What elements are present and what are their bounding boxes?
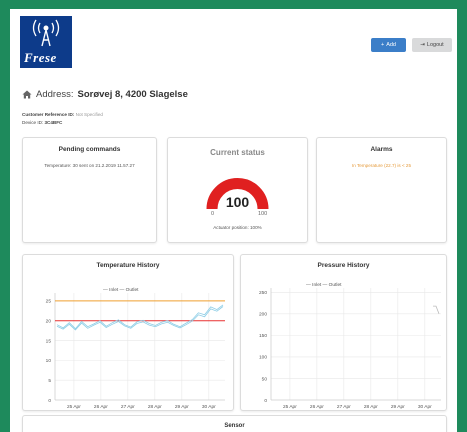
x-tick-label: 29 Apr <box>391 404 405 410</box>
x-tick-label: 30 Apr <box>418 404 432 410</box>
y-tick-label: 15 <box>46 338 52 344</box>
y-tick-label: 50 <box>262 376 268 382</box>
alarm-text: In Temperature (22.7) is < 25 <box>351 163 412 168</box>
antenna-icon <box>32 19 60 47</box>
series-line-inlet <box>56 304 224 330</box>
chart-legend: — Inlet — Outlet <box>103 287 139 293</box>
customer-reference: Customer Reference ID: Not Specified <box>22 112 103 117</box>
pending-commands-title: Pending commands <box>58 146 121 153</box>
address-label: Address: <box>36 89 74 100</box>
x-tick-label: 26 Apr <box>310 404 324 410</box>
pending-commands-card: Pending commands Temperature: 30 sent on… <box>22 137 157 243</box>
gauge-min: 0 <box>211 211 215 217</box>
x-tick-label: 26 Apr <box>94 404 108 410</box>
customer-ref-value: Not Specified <box>75 112 103 117</box>
y-tick-label: 0 <box>264 398 267 404</box>
y-tick-label: 150 <box>259 333 267 339</box>
logout-button-label: Logout <box>426 42 444 48</box>
app-screen: Frese + Add ⇥ Logout Address: Sorøvej 8,… <box>10 9 457 432</box>
sensor-card: Sensor <box>22 415 447 432</box>
device-label: Device ID: <box>22 120 44 125</box>
add-button[interactable]: + Add <box>371 38 406 52</box>
signout-icon: ⇥ <box>420 42 425 48</box>
temperature-history-card: Temperature History — Inlet — Outlet 0 5 10… <box>22 254 234 411</box>
device-id: Device ID: 3C4BFC <box>22 120 62 125</box>
chart-legend: — Inlet — Outlet <box>306 282 342 288</box>
logo-text: Frese <box>24 50 57 65</box>
gauge-max: 100 <box>258 211 268 217</box>
logout-button[interactable]: ⇥ Logout <box>412 38 452 52</box>
x-tick-label: 28 Apr <box>148 404 162 410</box>
series-line-inlet <box>433 305 440 314</box>
plus-icon: + <box>380 42 385 48</box>
address-heading: Address: Sorøvej 8, 4200 Slagelse <box>22 89 188 100</box>
sensor-title: Sensor <box>224 423 245 429</box>
x-tick-label: 30 Apr <box>202 404 216 410</box>
alarms-title: Alarms <box>370 146 393 153</box>
y-tick-label: 200 <box>259 312 267 318</box>
x-tick-label: 27 Apr <box>337 404 351 410</box>
gauge-value: 100 <box>225 194 250 210</box>
pressure-chart: — Inlet — Outlet 0 50 100 150 200 250 25 Apr 26 … <box>259 282 441 410</box>
customer-ref-label: Customer Reference ID: <box>22 112 75 117</box>
x-tick-label: 25 Apr <box>67 404 81 410</box>
y-tick-label: 100 <box>259 355 267 361</box>
y-tick-label: 10 <box>46 358 52 364</box>
add-button-label: Add <box>386 42 396 48</box>
y-tick-label: 25 <box>46 299 52 305</box>
temperature-chart: — Inlet — Outlet 0 5 10 15 20 25 25 Apr 26 Apr 27… <box>46 287 225 410</box>
current-status-card: Current status 100 0 100 Actuator positi… <box>167 137 308 243</box>
pending-command-text: Temperature: 30 sent on 21.2.2019 11.57.… <box>44 163 135 168</box>
frese-logo: Frese <box>20 16 72 68</box>
y-tick-label: 250 <box>259 290 267 296</box>
y-tick-label: 20 <box>46 319 52 325</box>
x-tick-label: 25 Apr <box>283 404 297 410</box>
x-tick-label: 29 Apr <box>175 404 189 410</box>
address-value: Sorøvej 8, 4200 Slagelse <box>77 89 188 100</box>
pressure-history-card: Pressure History — Inlet — Outlet 0 50 100 1… <box>240 254 447 411</box>
alarms-card: Alarms In Temperature (22.7) is < 25 <box>316 137 447 243</box>
device-value: 3C4BFC <box>44 120 63 125</box>
actuator-position: Actuator position: 100% <box>213 225 262 230</box>
home-icon <box>22 90 32 99</box>
y-tick-label: 0 <box>48 398 51 404</box>
x-tick-label: 27 Apr <box>121 404 135 410</box>
y-tick-label: 5 <box>48 378 51 384</box>
series-line-outlet <box>56 306 224 331</box>
x-tick-label: 28 Apr <box>364 404 378 410</box>
